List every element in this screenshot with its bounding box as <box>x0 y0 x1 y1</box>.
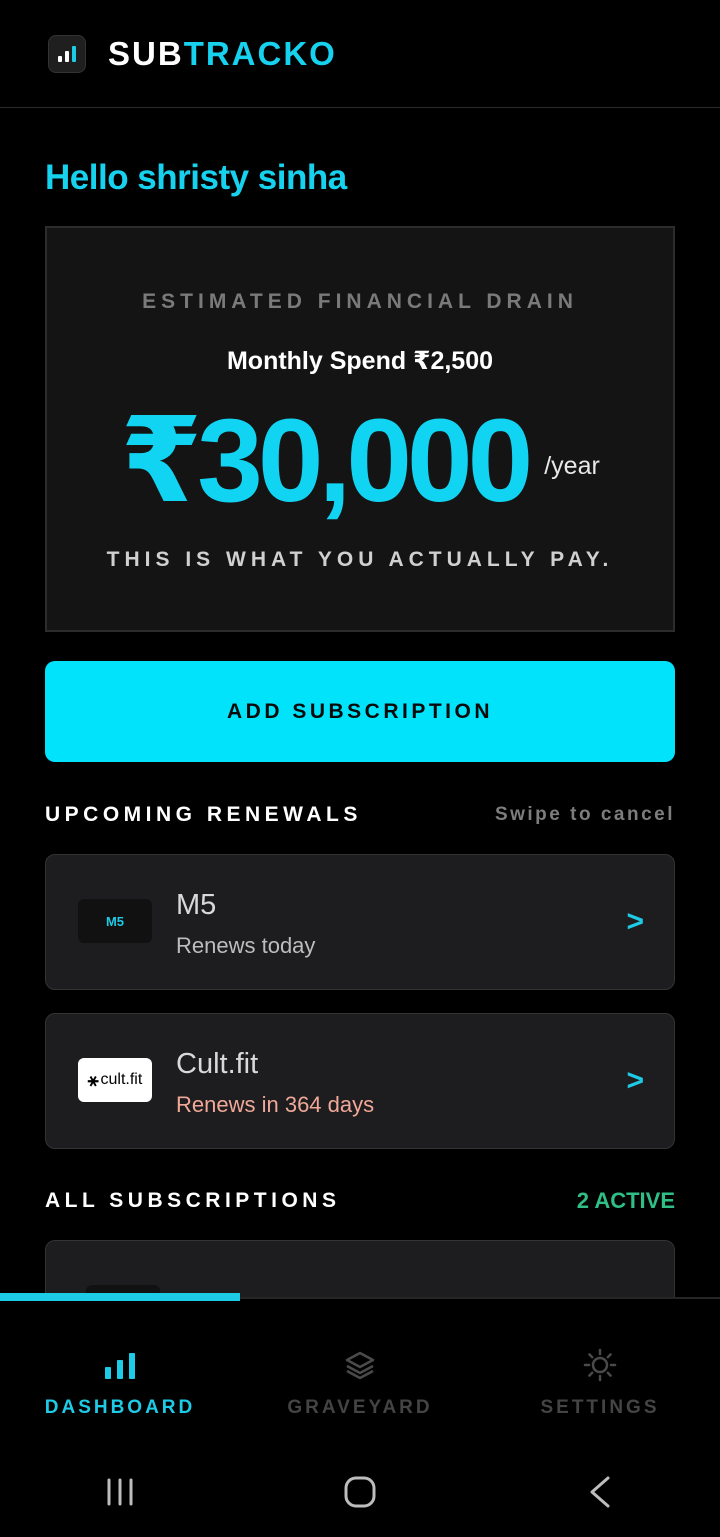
bar-chart-icon <box>48 34 86 73</box>
nav-graveyard-label: GRAVEYARD <box>287 1397 433 1418</box>
monthly-spend: Monthly Spend ₹2,500 <box>226 347 494 375</box>
app-screen: SUBTRACKO Hello shristy sinha ESTIMATED … <box>0 0 720 1537</box>
cultfit-logo: ⚹ cult.fit <box>78 1058 152 1102</box>
brand-part-sub: SUB <box>108 34 184 72</box>
nav-settings-label: SETTINGS <box>540 1397 660 1418</box>
home-icon[interactable] <box>330 1462 390 1522</box>
drain-tagline: THIS IS WHAT YOU ACTUALLY PAY. <box>106 548 614 571</box>
bar-chart-icon <box>103 1347 137 1383</box>
renewal-card-m5[interactable]: M5 M5 Renews today > <box>45 854 675 990</box>
upcoming-renewals-header: UPCOMING RENEWALS Swipe to cancel <box>45 803 675 827</box>
renewal-status: Renews today <box>176 933 316 958</box>
nav-progress-fill <box>0 1293 240 1301</box>
yearly-amount-row: ₹30,000/year <box>47 396 673 526</box>
renewal-status: Renews in 364 days <box>176 1092 375 1117</box>
greeting-text: Hello shristy sinha <box>45 158 347 197</box>
renewal-card-cultfit[interactable]: ⚹ cult.fit Cult.fit Renews in 364 days > <box>45 1013 675 1149</box>
back-icon[interactable] <box>570 1462 630 1522</box>
all-subscriptions-header: ALL SUBSCRIPTIONS 2 ACTIVE <box>45 1188 675 1214</box>
upcoming-renewals-title: UPCOMING RENEWALS <box>45 803 362 826</box>
brand-part-tracko: TRACKO <box>183 34 337 72</box>
subscription-card-partial[interactable] <box>45 1240 675 1298</box>
cultfit-logo-text: cult.fit <box>100 1071 143 1088</box>
system-navigation-bar <box>0 1447 720 1537</box>
bottom-navigation: DASHBOARD GRAVEYARD SETTINGS <box>0 1305 720 1447</box>
yearly-amount: ₹30,000 <box>120 395 533 527</box>
m5-thumbnail-text: M5 <box>105 913 125 929</box>
sun-icon <box>583 1347 617 1383</box>
renewal-name: Cult.fit <box>176 1048 259 1080</box>
chevron-right-icon[interactable]: > <box>626 905 644 939</box>
nav-dashboard[interactable]: DASHBOARD <box>0 1305 240 1447</box>
per-year-unit: /year <box>544 452 600 480</box>
swipe-hint: Swipe to cancel <box>494 804 675 825</box>
layers-icon <box>344 1347 376 1383</box>
drain-label: ESTIMATED FINANCIAL DRAIN <box>142 290 578 313</box>
cultfit-mark-icon: ⚹ <box>87 1069 99 1090</box>
app-header: SUBTRACKO <box>0 0 720 108</box>
recent-apps-icon[interactable] <box>90 1462 150 1522</box>
all-subscriptions-title: ALL SUBSCRIPTIONS <box>45 1189 341 1212</box>
add-subscription-button[interactable]: ADD SUBSCRIPTION <box>45 661 675 762</box>
nav-progress-track <box>0 1293 720 1301</box>
app-title: SUBTRACKO <box>108 35 337 73</box>
renewal-name: M5 <box>176 889 217 921</box>
nav-dashboard-label: DASHBOARD <box>44 1397 196 1418</box>
financial-drain-card: ESTIMATED FINANCIAL DRAIN Monthly Spend … <box>45 226 675 632</box>
m5-thumbnail: M5 <box>78 899 152 943</box>
active-count-badge: 2 ACTIVE <box>576 1188 675 1213</box>
nav-graveyard[interactable]: GRAVEYARD <box>240 1305 480 1447</box>
chevron-right-icon[interactable]: > <box>626 1064 644 1098</box>
nav-settings[interactable]: SETTINGS <box>480 1305 720 1447</box>
